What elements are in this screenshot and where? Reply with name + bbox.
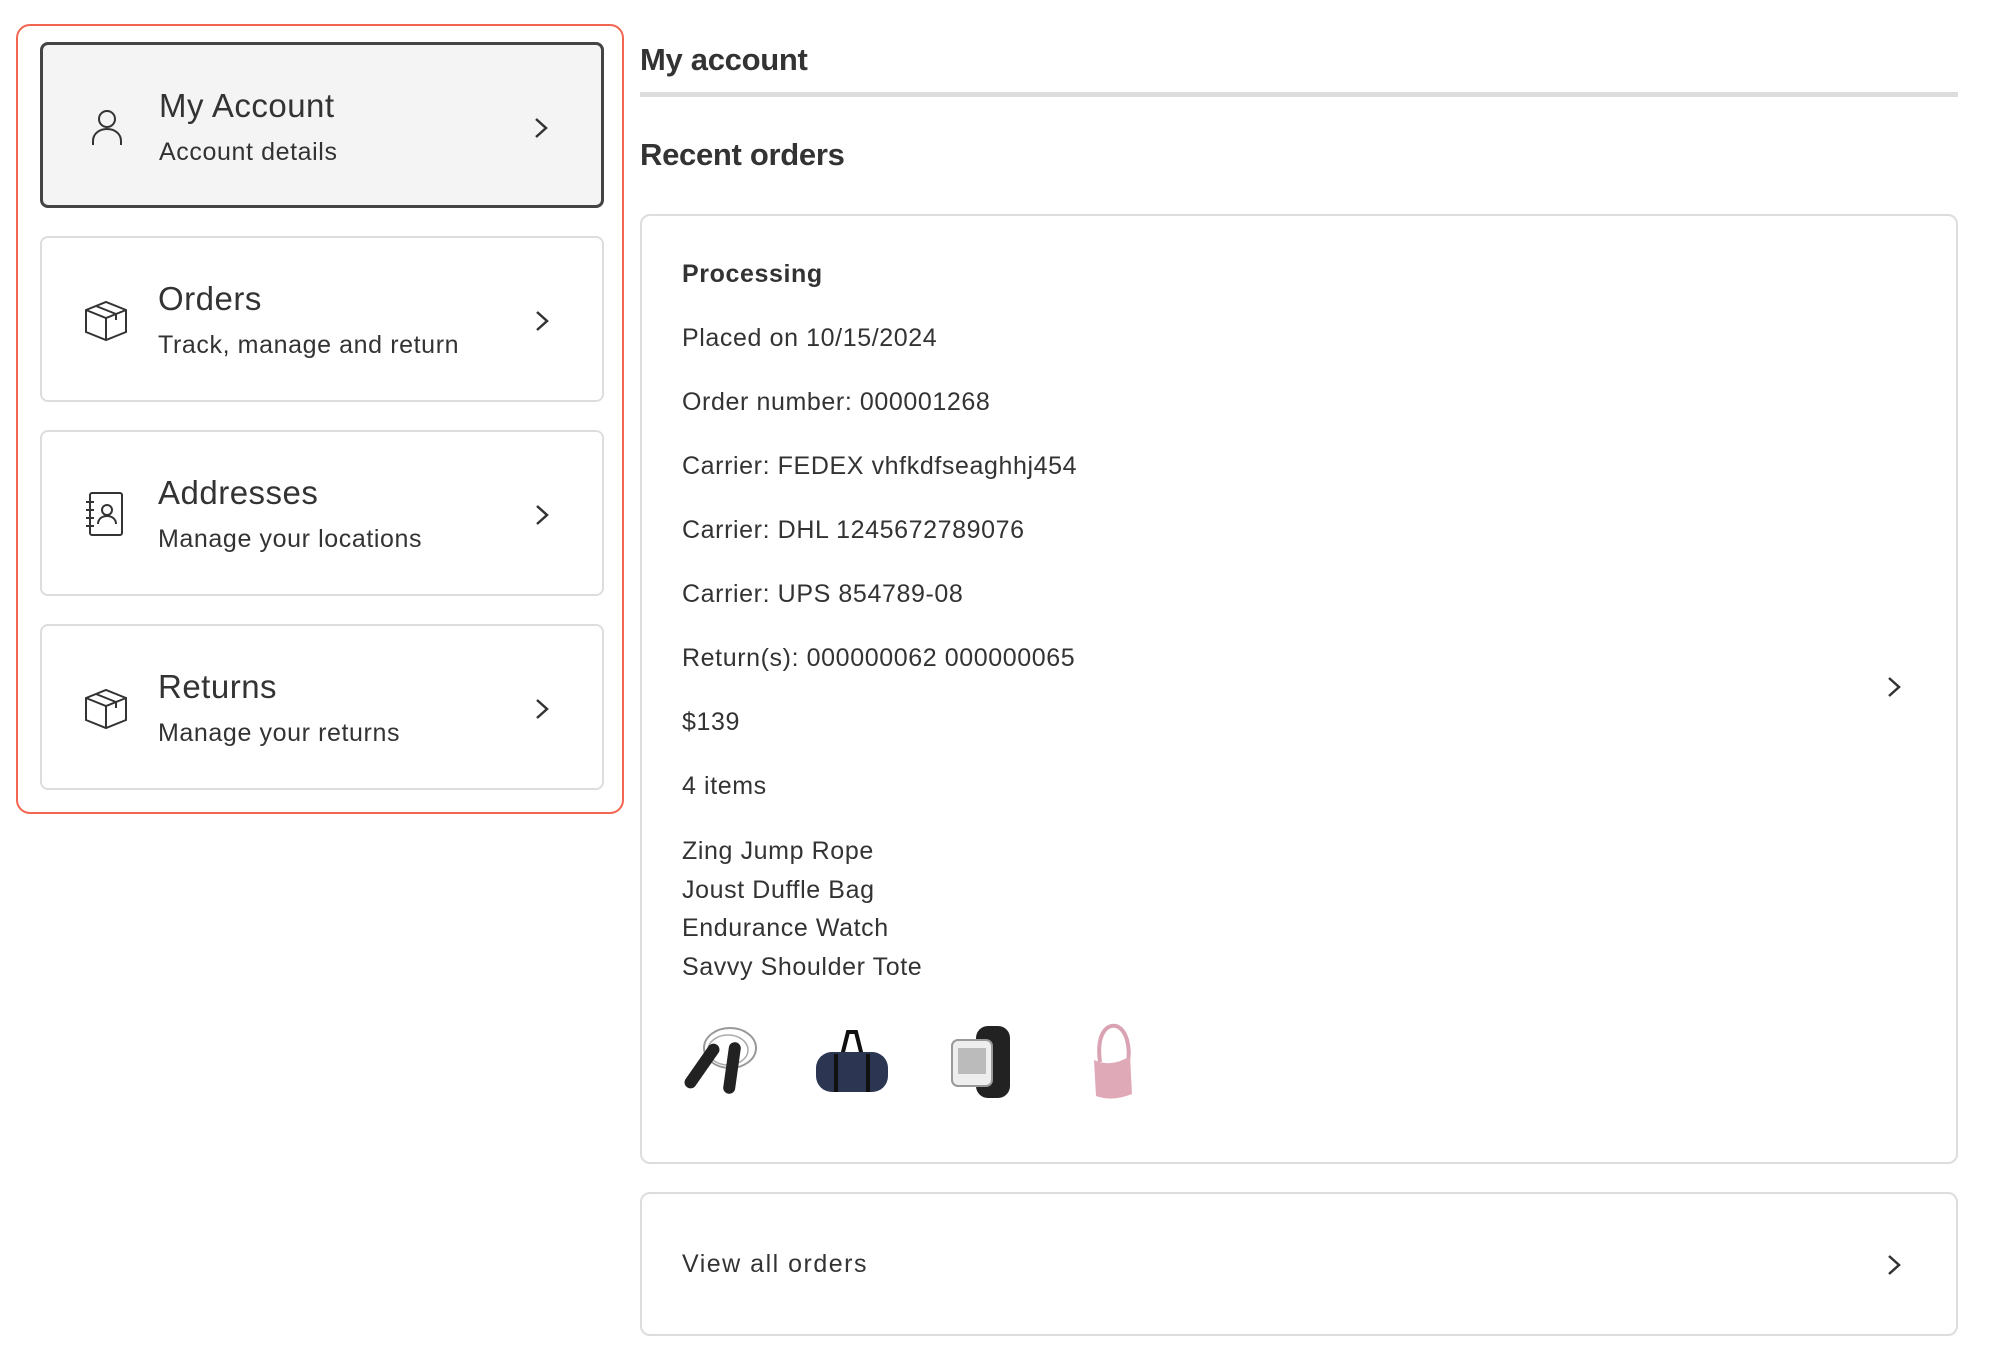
order-returns: Return(s): 000000062 000000065	[682, 644, 1076, 672]
order-item-count: 4 items	[682, 772, 767, 800]
chevron-right-icon	[1888, 1255, 1901, 1275]
order-number: Order number: 000001268	[682, 388, 991, 416]
nav-subtitle: Manage your returns	[158, 719, 401, 747]
view-all-orders-label: View all orders	[682, 1250, 869, 1278]
order-total: $139	[682, 708, 741, 736]
recent-orders-heading: Recent orders	[640, 137, 845, 172]
nav-card-orders[interactable]: Orders Track, manage and return	[40, 236, 604, 402]
user-icon	[92, 110, 122, 145]
order-carrier: Carrier: UPS 854789-08	[682, 580, 964, 608]
order-item-thumbnails	[682, 1016, 1152, 1106]
order-status: Processing	[682, 260, 823, 288]
chevron-right-icon	[535, 118, 548, 138]
order-carrier: Carrier: DHL 1245672789076	[682, 516, 1025, 544]
order-item: Zing Jump Rope	[682, 837, 874, 865]
nav-title: Returns	[158, 668, 278, 705]
nav-subtitle: Manage your locations	[158, 525, 423, 553]
box-icon	[85, 688, 127, 730]
box-icon	[85, 300, 127, 342]
view-all-orders-button[interactable]: View all orders	[640, 1192, 1958, 1336]
duffle-bag-image	[816, 1030, 888, 1092]
order-item: Joust Duffle Bag	[682, 875, 875, 904]
chevron-right-icon	[536, 699, 549, 719]
nav-subtitle: Account details	[159, 138, 338, 166]
account-navigation: My Account Account details Orders Track,…	[16, 24, 624, 814]
nav-subtitle: Track, manage and return	[158, 331, 460, 359]
address-book-icon	[86, 492, 123, 536]
title-divider	[640, 92, 1958, 97]
page-title: My account	[640, 42, 808, 77]
chevron-right-icon	[1888, 677, 1901, 697]
order-card[interactable]: Processing Placed on 10/15/2024 Order nu…	[640, 214, 1958, 1164]
nav-card-my-account[interactable]: My Account Account details	[40, 42, 604, 208]
chevron-right-icon	[536, 505, 549, 525]
chevron-right-icon	[536, 311, 549, 331]
order-item-list: Zing Jump Rope Joust Duffle Bag Enduranc…	[682, 832, 922, 986]
order-item: Savvy Shoulder Tote	[682, 952, 923, 981]
jump-rope-image	[684, 1027, 757, 1094]
nav-title: Orders	[158, 280, 262, 317]
nav-title: My Account	[159, 87, 335, 124]
nav-card-addresses[interactable]: Addresses Manage your locations	[40, 430, 604, 596]
nav-title: Addresses	[158, 474, 319, 511]
shoulder-tote-image	[1094, 1023, 1132, 1099]
order-item: Endurance Watch	[682, 914, 889, 942]
watch-image	[951, 1026, 1010, 1098]
order-placed-date: Placed on 10/15/2024	[682, 324, 938, 352]
order-carrier: Carrier: FEDEX vhfkdfseaghhj454	[682, 452, 1078, 480]
nav-card-returns[interactable]: Returns Manage your returns	[40, 624, 604, 790]
